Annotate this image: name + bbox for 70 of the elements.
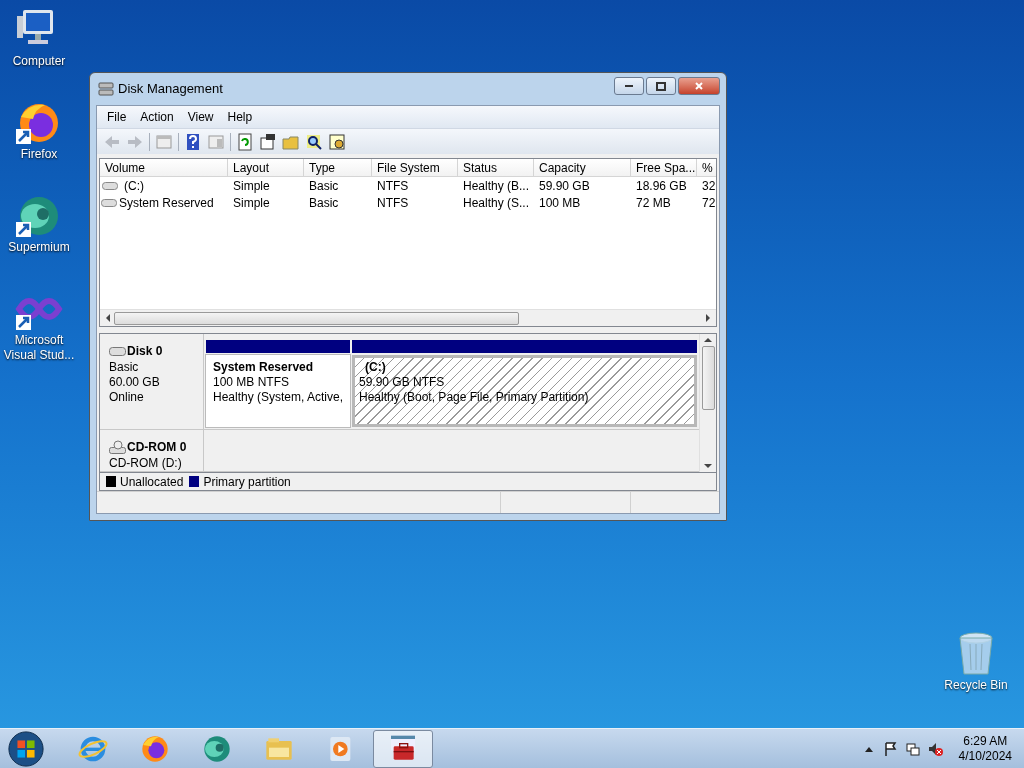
flag-icon[interactable]: [882, 740, 899, 757]
table-cell-text: Simple: [232, 177, 271, 195]
clock-time[interactable]: 6:29 AM: [963, 733, 1008, 749]
clock-date[interactable]: 4/10/2024: [958, 748, 1012, 764]
partition-box[interactable]: (C:) 59.90 GB NTFS Healthy (Boot, Page File, Primary Partition): [352, 355, 697, 427]
network-icon[interactable]: [904, 740, 921, 757]
disk-info: CD-ROM (D:): [109, 456, 183, 471]
table-cell-text: Basic: [308, 177, 340, 195]
column-header[interactable]: Layout: [228, 159, 304, 176]
table-cell-text: 32: [701, 177, 716, 195]
refresh-icon[interactable]: [236, 132, 254, 151]
menu-item[interactable]: Action: [134, 108, 180, 126]
desktop-icon-label[interactable]: Supermium: [1, 240, 77, 255]
disk-name[interactable]: CD-ROM 0: [127, 438, 187, 456]
column-header[interactable]: Volume: [100, 159, 228, 176]
column-header[interactable]: Type: [304, 159, 372, 176]
desktop-icon-label[interactable]: Microsoft Visual Stud...: [1, 333, 77, 363]
close-button[interactable]: [678, 77, 720, 95]
column-header[interactable]: Free Spa...: [631, 159, 697, 176]
table-cell-text: NTFS: [376, 194, 410, 212]
partition-box[interactable]: System Reserved 100 MB NTFS Healthy (System, Active,: [206, 355, 350, 427]
table-cell[interactable]: System Reserved: [119, 193, 214, 212]
partition-name: System Reserved: [213, 360, 315, 375]
partition-status: Healthy (Boot, Page File, Primary Partition): [359, 390, 590, 405]
magnifier-icon[interactable]: [305, 132, 323, 151]
drive-icon: [109, 344, 126, 358]
desktop-icon-label[interactable]: Computer: [1, 54, 77, 69]
disk-info: Online: [109, 390, 145, 405]
table-cell-text: Healthy (S...: [462, 194, 531, 212]
help-icon[interactable]: [184, 132, 202, 151]
column-header[interactable]: File System: [372, 159, 458, 176]
menu-item[interactable]: File: [101, 108, 133, 126]
table-cell-text: 18.96 GB: [635, 177, 688, 195]
table-cell-text: 100 MB: [538, 194, 582, 212]
table-cell-text: 59.90 GB: [538, 177, 591, 195]
partition-size: 59.90 GB NTFS: [359, 375, 446, 390]
table-cell-text: Simple: [232, 194, 271, 212]
maximize-button[interactable]: [646, 77, 676, 95]
menu-item[interactable]: Help: [221, 108, 259, 126]
taskbar-button[interactable]: [373, 729, 433, 768]
start-button[interactable]: [7, 729, 45, 768]
legend-label: Primary partition: [203, 473, 291, 491]
vertical-scrollbar[interactable]: [699, 334, 716, 472]
maximize-icon: [656, 81, 666, 91]
drive-icon: [102, 180, 118, 191]
legend-label: Unallocated: [120, 473, 184, 491]
horizontal-scrollbar[interactable]: [100, 309, 716, 326]
table-cell-text: 72 MB: [635, 194, 672, 212]
close-icon: [695, 82, 703, 90]
partition-status: Healthy (System, Active,: [213, 390, 343, 405]
table-cell[interactable]: (C:): [124, 176, 144, 195]
disk-info: Basic: [109, 360, 140, 375]
partition-name: (C:): [364, 360, 387, 375]
properties-icon[interactable]: [259, 132, 277, 151]
disk-info: 60.00 GB: [109, 375, 161, 390]
table-cell-text: Healthy (B...: [462, 177, 531, 195]
partition-size: 100 MB NTFS: [213, 375, 291, 390]
column-header[interactable]: Status: [458, 159, 534, 176]
settings-icon[interactable]: [328, 132, 346, 151]
menu-item[interactable]: View: [181, 108, 220, 126]
disk-drive-icon: [98, 81, 114, 97]
minimize-button[interactable]: [614, 77, 644, 95]
minimize-icon: [624, 84, 634, 88]
disk-name[interactable]: Disk 0: [127, 342, 163, 360]
window-title: Disk Management: [118, 80, 224, 99]
table-cell-text: 72: [701, 194, 716, 212]
desktop-icon-label[interactable]: Firefox: [1, 147, 77, 162]
column-header[interactable]: Capacity: [534, 159, 631, 176]
table-cell-text: NTFS: [376, 177, 410, 195]
table-cell-text: Basic: [308, 194, 340, 212]
